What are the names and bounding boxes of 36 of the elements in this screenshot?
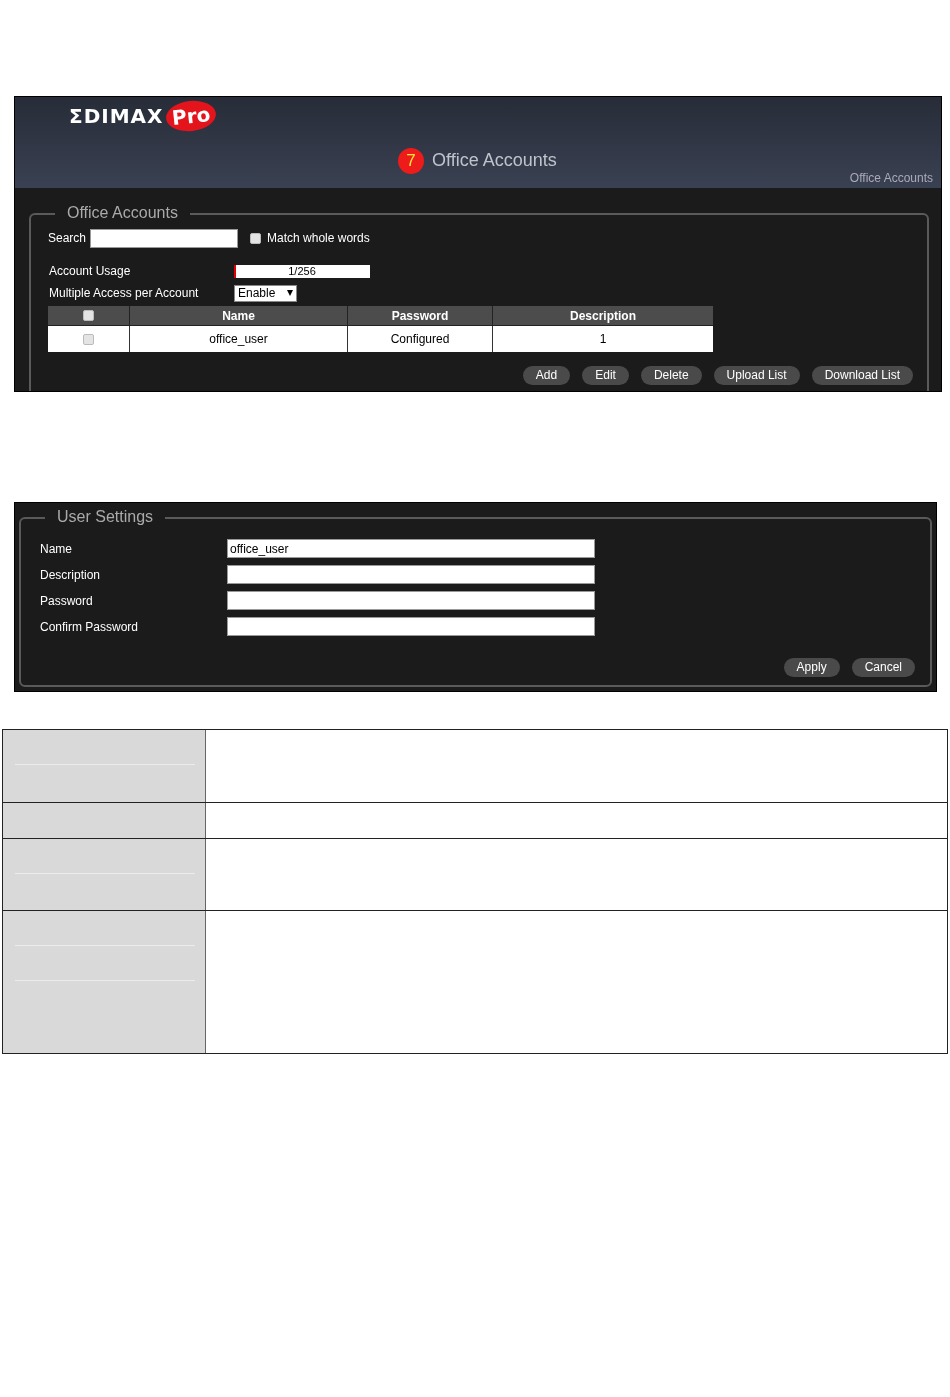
logo-badge: Pro: [164, 98, 218, 134]
field-label: Name: [40, 540, 73, 558]
text-field[interactable]: [227, 565, 595, 584]
step-badge: 7: [398, 147, 424, 174]
column-header: Description: [569, 307, 637, 325]
field-label: Description: [40, 566, 102, 584]
table-cell: Configured: [348, 326, 493, 352]
text-field[interactable]: [227, 591, 595, 610]
action-button[interactable]: Delete: [640, 366, 702, 385]
usage-label: Account Usage: [48, 263, 132, 280]
text-field[interactable]: office_user: [227, 539, 595, 558]
action-button[interactable]: Upload List: [713, 366, 800, 385]
panel-title: User Settings: [45, 507, 166, 527]
multiple-access-dropdown[interactable]: Enable: [234, 284, 297, 302]
search-field[interactable]: [90, 228, 239, 248]
multiple-access-label: Multiple Access per Account: [48, 285, 200, 302]
action-button[interactable]: Add: [522, 366, 571, 385]
page-title: Office Accounts: [432, 149, 557, 172]
table-cell-text: 1: [598, 331, 608, 348]
table-cell: office_user: [130, 326, 348, 352]
action-button[interactable]: Edit: [582, 366, 629, 385]
usage-reading: 1/256: [287, 264, 317, 278]
field-label: Confirm Password: [40, 618, 140, 636]
form-button[interactable]: Apply: [783, 658, 840, 677]
logo-wordmark: ΣDIMAX: [69, 103, 164, 130]
select-all-checkbox[interactable]: [83, 310, 94, 321]
dropdown-caret-icon: [287, 290, 293, 296]
action-button[interactable]: Download List: [811, 366, 913, 385]
row-checkbox[interactable]: [83, 333, 94, 345]
form-button[interactable]: Cancel: [851, 658, 915, 677]
match-words-checkbox[interactable]: [250, 232, 262, 244]
text-field[interactable]: [227, 617, 595, 636]
match-words-label: Match whole words: [267, 230, 370, 247]
search-label: Search: [48, 230, 87, 247]
field-label: Password: [40, 592, 94, 610]
breadcrumb: Office Accounts: [849, 170, 933, 187]
